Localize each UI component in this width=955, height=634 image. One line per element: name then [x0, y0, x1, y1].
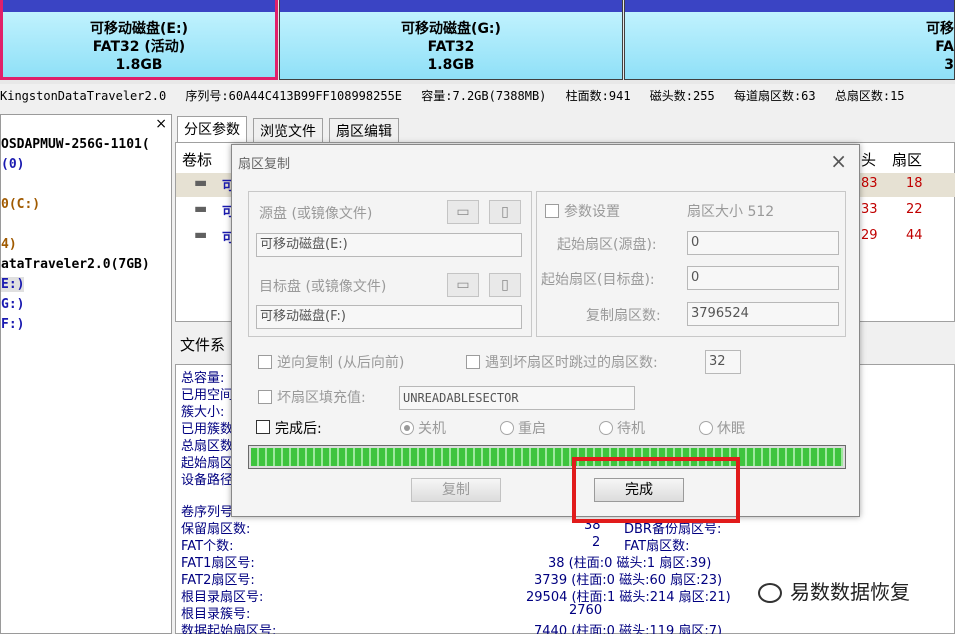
- fs-section-label: 文件系: [180, 336, 226, 354]
- disk-icon: ▬: [194, 227, 208, 243]
- fill-value-label: 坏扇区填充值:: [277, 390, 366, 406]
- tree-item-c[interactable]: 0(C:): [1, 197, 40, 212]
- row-sector: 18: [906, 176, 923, 191]
- partition-f[interactable]: 可移 FA 3: [624, 0, 955, 80]
- partition-name: 可移动磁盘(G:): [401, 21, 501, 37]
- option-standby-label: 待机: [617, 421, 645, 437]
- detail-value: 29504 (柱面:1 磁头:214 扇区:21): [526, 590, 731, 605]
- disk-info-line: KingstonDataTraveler2.0 序列号:60A44C413B99…: [0, 86, 955, 106]
- after-complete-label: 完成后:: [275, 421, 322, 437]
- column-header-sector: 扇区: [892, 151, 923, 169]
- tab-partition-params[interactable]: 分区参数: [177, 116, 247, 142]
- row-head: 33: [861, 202, 878, 217]
- drive-icon[interactable]: ▭: [447, 273, 479, 297]
- disk-icon: ▬: [194, 201, 208, 217]
- copy-count-label: 复制扇区数:: [586, 308, 661, 324]
- radio-standby[interactable]: [599, 421, 613, 435]
- sector-copy-dialog: 扇区复制 × 源盘 (或镜像文件) ▭ ▯ 可移动磁盘(E:) 目标盘 (或镜像…: [231, 144, 860, 517]
- watermark: 易数数据恢复: [790, 580, 910, 604]
- column-header-label: 卷标: [182, 151, 213, 169]
- source-disk-label: 源盘 (或镜像文件): [259, 206, 373, 222]
- tree-item-usb-disk[interactable]: ataTraveler2.0(7GB): [1, 257, 150, 272]
- disk-heads: 磁头数:255: [649, 89, 715, 103]
- tab-browse-files[interactable]: 浏览文件: [253, 118, 323, 142]
- radio-hibernate[interactable]: [699, 421, 713, 435]
- target-disk-label: 目标盘 (或镜像文件): [259, 279, 387, 295]
- tree-item-4[interactable]: 4): [1, 237, 17, 252]
- partition-fs: FA: [935, 39, 954, 55]
- tree-item-hd0[interactable]: (0): [1, 157, 24, 172]
- tree-item-f[interactable]: F:): [1, 317, 24, 332]
- skip-sectors-label: 遇到坏扇区时跳过的扇区数:: [485, 355, 658, 371]
- progress-fill: [251, 448, 843, 466]
- start-target-field[interactable]: 0: [687, 266, 839, 290]
- detail-value: 2760: [569, 603, 603, 618]
- row-sector: 44: [906, 228, 923, 243]
- params-checkbox[interactable]: [545, 204, 559, 218]
- partition-g[interactable]: 可移动磁盘(G:) FAT32 1.8GB: [279, 0, 623, 80]
- copy-button[interactable]: 复制: [411, 478, 501, 502]
- option-restart-label: 重启: [518, 421, 546, 437]
- sector-size-label: 扇区大小 512: [687, 204, 775, 220]
- partition-size: 1.8GB: [115, 57, 163, 73]
- disk-sectors-per-track: 每道扇区数:63: [733, 89, 816, 103]
- option-hibernate-label: 休眠: [717, 421, 745, 437]
- partition-strip: 可移动磁盘(E:) FAT32 (活动) 1.8GB 可移动磁盘(G:) FAT…: [0, 0, 955, 84]
- disk-capacity: 容量:7.2GB(7388MB): [421, 89, 547, 103]
- partition-size: 3: [944, 57, 954, 73]
- radio-restart[interactable]: [500, 421, 514, 435]
- column-header-head: 头: [861, 151, 877, 169]
- target-disk-field[interactable]: 可移动磁盘(F:): [256, 305, 522, 329]
- disk-selection-group: 源盘 (或镜像文件) ▭ ▯ 可移动磁盘(E:) 目标盘 (或镜像文件) ▭ ▯…: [248, 191, 532, 337]
- skip-sectors-field[interactable]: 32: [705, 350, 741, 374]
- detail-value: 2: [592, 535, 601, 550]
- after-complete-checkbox[interactable]: [256, 420, 270, 434]
- copy-count-field[interactable]: 3796524: [687, 302, 839, 326]
- partition-fs: FAT32 (活动): [92, 39, 186, 55]
- disk-total-sectors: 总扇区数:15: [834, 89, 905, 103]
- parameters-group: 参数设置 扇区大小 512 起始扇区(源盘): 0 起始扇区(目标盘): 0 复…: [536, 191, 846, 337]
- reverse-copy-label: 逆向复制 (从后向前): [277, 355, 405, 371]
- start-source-field[interactable]: 0: [687, 231, 839, 255]
- close-icon[interactable]: ×: [155, 116, 167, 132]
- close-icon[interactable]: ×: [830, 149, 847, 173]
- partition-e[interactable]: 可移动磁盘(E:) FAT32 (活动) 1.8GB: [0, 0, 278, 80]
- start-target-label: 起始扇区(目标盘):: [541, 272, 655, 288]
- params-label: 参数设置: [564, 204, 620, 220]
- file-icon[interactable]: ▯: [489, 200, 521, 224]
- annotation-highlight: [572, 457, 740, 523]
- partition-size: 1.8GB: [427, 57, 475, 73]
- drive-icon[interactable]: ▭: [447, 200, 479, 224]
- detail-label: 设备路径: [181, 473, 234, 488]
- wechat-icon: [758, 583, 782, 603]
- disk-icon: ▬: [194, 175, 208, 191]
- partition-fs: FAT32: [427, 39, 475, 55]
- partition-name: 可移: [926, 21, 954, 37]
- copy-progress-bar: [248, 445, 846, 469]
- dialog-title: 扇区复制: [238, 157, 291, 172]
- tree-item-g[interactable]: G:): [1, 297, 24, 312]
- disk-model: KingstonDataTraveler2.0: [0, 89, 167, 103]
- option-shutdown-label: 关机: [418, 421, 446, 437]
- row-sector: 22: [906, 202, 923, 217]
- fill-value-field[interactable]: UNREADABLESECTOR: [399, 386, 635, 410]
- detail-value: 7440 (柱面:0 磁头:119 扇区:7): [534, 624, 723, 634]
- source-disk-field[interactable]: 可移动磁盘(E:): [256, 233, 522, 257]
- disk-cylinders: 柱面数:941: [565, 89, 631, 103]
- reverse-copy-checkbox[interactable]: [258, 355, 272, 369]
- partition-name: 可移动磁盘(E:): [90, 21, 188, 37]
- row-head: 29: [861, 228, 878, 243]
- disk-serial: 序列号:60A44C413B99FF108998255E: [185, 89, 403, 103]
- disk-tree[interactable]: × OSDAPMUW-256G-1101( (0) 0(C:) 4) ataTr…: [0, 114, 172, 634]
- start-source-label: 起始扇区(源盘):: [557, 237, 657, 253]
- tab-sector-edit[interactable]: 扇区编辑: [329, 118, 399, 142]
- tree-item-e[interactable]: E:): [1, 277, 25, 292]
- row-head: 83: [861, 176, 878, 191]
- skip-sectors-checkbox[interactable]: [466, 355, 480, 369]
- detail-label: 数据起始扇区号:: [181, 624, 277, 634]
- tree-item-disk0[interactable]: OSDAPMUW-256G-1101(: [1, 137, 150, 152]
- radio-shutdown[interactable]: [400, 421, 414, 435]
- file-icon[interactable]: ▯: [489, 273, 521, 297]
- fill-value-checkbox[interactable]: [258, 390, 272, 404]
